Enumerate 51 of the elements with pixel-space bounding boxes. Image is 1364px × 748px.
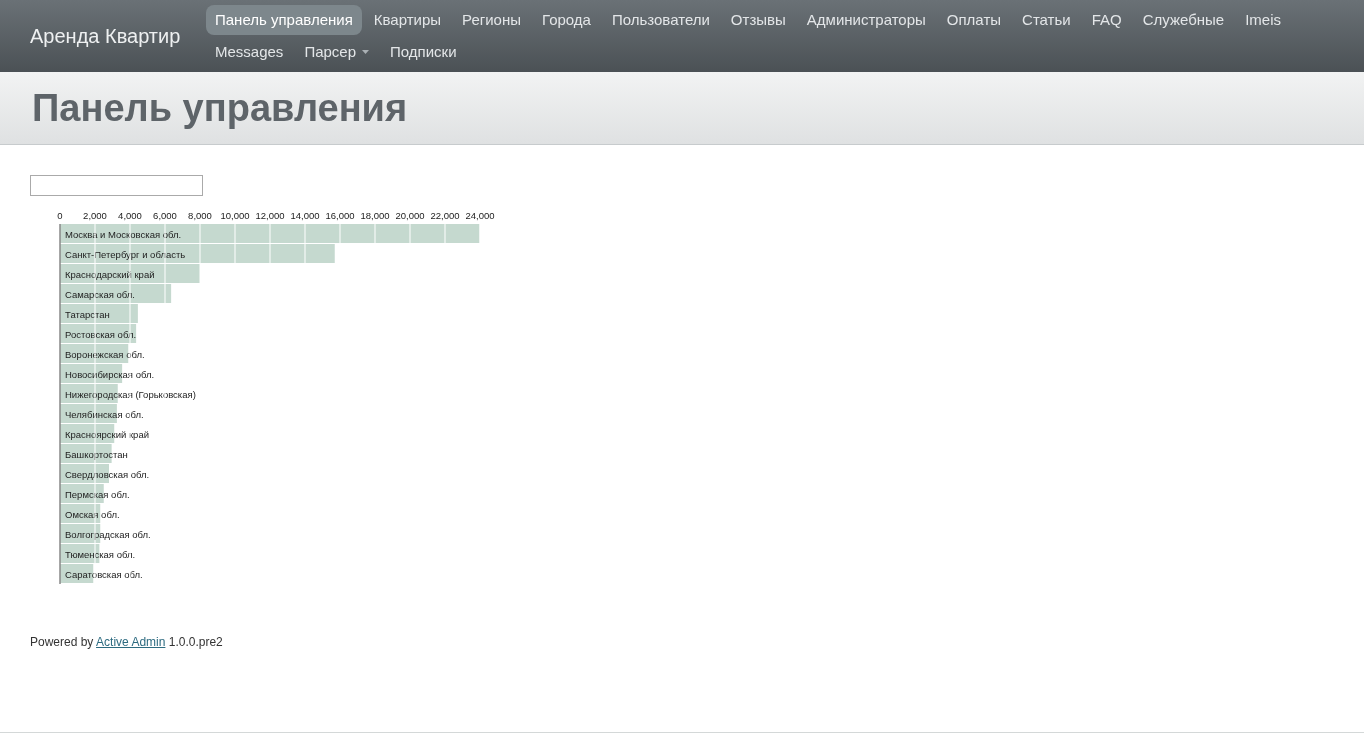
bar-label: Краснодарский край <box>65 268 155 280</box>
input-field[interactable] <box>30 175 203 196</box>
bar-label: Воронежская обл. <box>65 348 145 360</box>
nav-tab[interactable]: Отзывы <box>721 5 795 35</box>
bar-label: Пермская обл. <box>65 488 130 500</box>
bar-label: Омская обл. <box>65 508 120 520</box>
nav-tab[interactable]: Imeis <box>1236 5 1290 35</box>
bar-label: Санкт-Петербург и область <box>65 248 186 260</box>
bar-label: Москва и Московская обл. <box>65 228 182 240</box>
bar-label: Башкортостан <box>65 448 128 460</box>
nav-tab[interactable]: Квартиры <box>364 5 451 35</box>
axis-tick-label: 24,000 <box>465 210 495 221</box>
bar-label: Самарская обл. <box>65 288 135 300</box>
axis-tick-label: 16,000 <box>325 210 355 221</box>
bar-label: Саратовская обл. <box>65 568 143 580</box>
axis-tick-label: 2,000 <box>83 210 107 221</box>
nav-tab[interactable]: Регионы <box>453 5 531 35</box>
footer-link[interactable]: Active Admin <box>96 635 166 649</box>
axis-tick-label: 12,000 <box>255 210 285 221</box>
nav-tab[interactable]: Служебные <box>1133 5 1234 35</box>
axis-tick-label: 10,000 <box>220 210 250 221</box>
bar-label: Татарстан <box>65 308 110 320</box>
nav-tab[interactable]: Статьи <box>1013 5 1080 35</box>
nav-tab[interactable]: Оплаты <box>937 5 1011 35</box>
nav-tab[interactable]: Города <box>533 5 600 35</box>
axis-tick-label: 18,000 <box>360 210 390 221</box>
axis-tick-label: 20,000 <box>395 210 425 221</box>
bar-label: Красноярский край <box>65 428 149 440</box>
axis-tick-label: 4,000 <box>118 210 142 221</box>
bar-label: Свердловская обл. <box>65 468 150 480</box>
bar-label: Челябинская обл. <box>65 408 144 420</box>
nav-tab[interactable]: Пользователи <box>602 5 719 35</box>
axis-tick-label: 6,000 <box>153 210 177 221</box>
axis-tick-label: 14,000 <box>290 210 320 221</box>
nav-tab[interactable]: FAQ <box>1082 5 1131 35</box>
axis-tick-label: 8,000 <box>188 210 212 221</box>
nav-tab[interactable]: Подписки <box>381 37 466 67</box>
bar-label: Волгоградская обл. <box>65 528 151 540</box>
bar-label: Нижегородская (Горьковская) <box>65 388 196 400</box>
nav-tab[interactable]: Панель управления <box>206 5 362 35</box>
axis-tick-label: 22,000 <box>430 210 460 221</box>
bar-label: Новосибирская обл. <box>65 368 155 380</box>
bar-label: Тюменская обл. <box>65 548 136 560</box>
footer-text: Powered by Active Admin 1.0.0.pre2 <box>29 634 224 649</box>
nav-tab[interactable]: Messages <box>206 37 293 67</box>
axis-tick-label: 0 <box>57 210 63 221</box>
site-title[interactable]: Аренда Квартир <box>0 0 206 72</box>
nav-tab[interactable]: Администраторы <box>797 5 935 35</box>
bar-label: Ростовская обл. <box>65 328 137 340</box>
nav-tab[interactable]: Парсер <box>295 37 379 67</box>
page-title: Панель управления <box>32 86 408 130</box>
